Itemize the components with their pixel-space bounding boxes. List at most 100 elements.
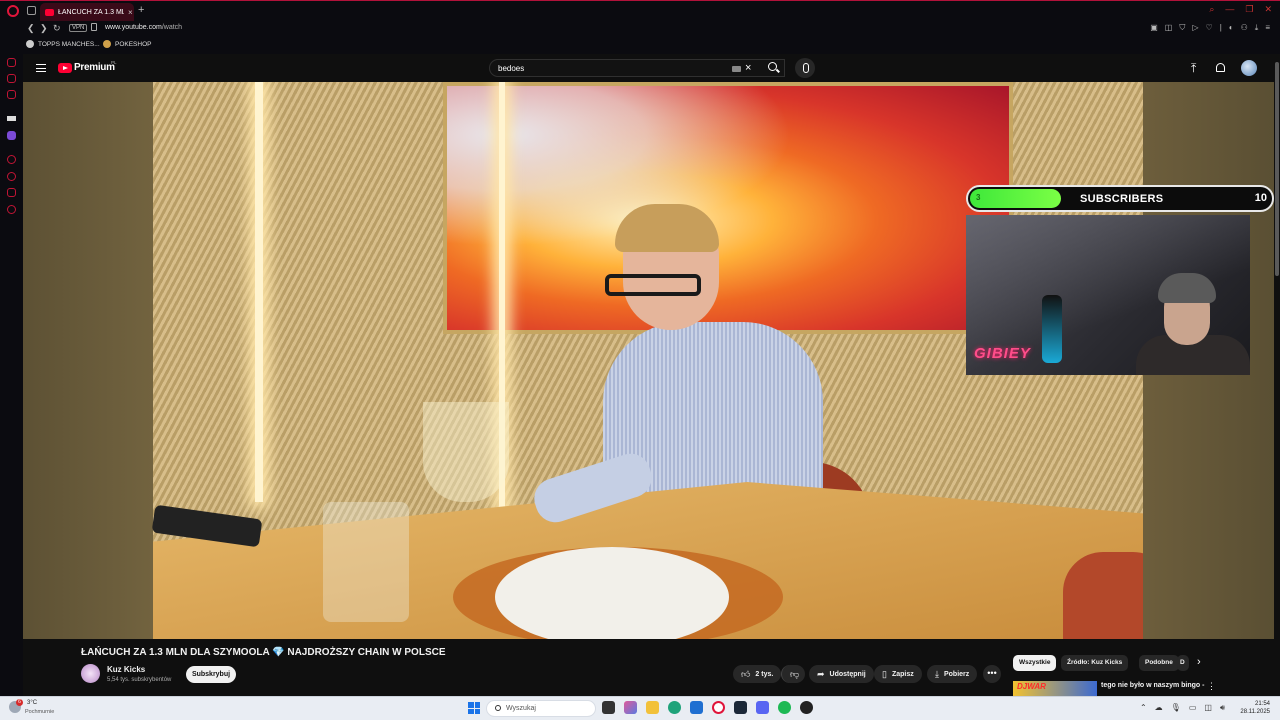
heart-icon[interactable]: ♡ (1206, 23, 1213, 33)
taskbar-search[interactable]: Wyszukaj (486, 700, 596, 717)
search-tabs-icon[interactable]: ⌕ (1209, 4, 1214, 15)
like-count: 2 tys. (755, 670, 774, 678)
display-icon[interactable]: ▭ (1189, 703, 1197, 713)
scrollbar-thumb[interactable] (1275, 62, 1279, 276)
steam-icon[interactable] (734, 701, 747, 714)
bookmark-item[interactable]: POKESHOP (103, 40, 151, 48)
keyboard-icon[interactable] (732, 66, 741, 72)
new-tab-button[interactable]: + (138, 4, 144, 16)
download-icon[interactable]: ⤓ (1255, 23, 1259, 33)
recommendation-thumbnail[interactable]: DJWAR (1013, 681, 1097, 696)
obs-icon[interactable] (800, 701, 813, 714)
wall-painting (443, 82, 1013, 334)
voice-search-icon[interactable] (795, 58, 815, 78)
subscribe-button[interactable]: Subskrybuj (186, 666, 236, 683)
spotify-icon[interactable] (778, 701, 791, 714)
notifications-icon[interactable] (1216, 63, 1225, 72)
youtube-logo-icon[interactable] (58, 63, 72, 73)
page-scrollbar[interactable] (1274, 54, 1280, 696)
youtube-header: Premium PL bedoes × ⤒ (23, 54, 1280, 82)
history-icon[interactable] (7, 155, 16, 164)
aria-icon[interactable] (7, 116, 16, 121)
chip-more[interactable]: D (1177, 655, 1189, 671)
opera-logo-icon[interactable] (7, 5, 19, 17)
recommendation-menu-button[interactable]: ⋮ (1207, 681, 1216, 692)
youtube-logo-text[interactable]: Premium (74, 62, 115, 73)
minimize-icon[interactable]: — (1225, 4, 1234, 15)
clock[interactable]: 21:54 28.11.2025 (1240, 700, 1270, 716)
clear-search-button[interactable]: × (745, 62, 751, 74)
url-field[interactable]: www.youtube.com/watch (105, 24, 182, 31)
maximize-icon[interactable]: ❐ (1245, 4, 1253, 15)
tab-overview-icon[interactable] (27, 6, 36, 15)
workspace-icon[interactable] (7, 58, 16, 67)
channel-avatar[interactable] (81, 664, 100, 683)
snapshot-icon[interactable]: ◫ (1165, 23, 1173, 33)
neon-sign: GIBIEY (974, 345, 1031, 362)
reload-icon[interactable]: ↻ (53, 23, 61, 34)
copilot-icon[interactable] (624, 701, 637, 714)
weather-temperature[interactable]: 3°C (27, 700, 37, 706)
chevron-right-icon[interactable]: › (1197, 656, 1201, 668)
chip-source[interactable]: Źródło: Kuz Kicks (1061, 655, 1129, 671)
instagram-icon[interactable] (7, 90, 16, 99)
account-avatar[interactable] (1241, 60, 1257, 76)
wine-glass (423, 402, 509, 502)
pokeball-icon (103, 40, 111, 48)
flow-icon[interactable]: ⚇ (1241, 23, 1248, 33)
share-button[interactable]: ➦ Udostępnij (809, 665, 874, 683)
tray-chevron-icon[interactable]: ⌃ (1140, 703, 1147, 713)
download-button[interactable]: ⤓ Pobierz (927, 665, 978, 683)
create-icon[interactable]: ⤒ (1191, 61, 1196, 76)
more-sidebar-icon[interactable] (7, 668, 16, 677)
mic-icon[interactable]: 🎙︎ (1171, 703, 1181, 713)
channel-name[interactable]: Kuz Kicks (107, 665, 145, 674)
twitch-icon[interactable] (7, 131, 16, 140)
shield-icon[interactable]: ⛉ (1179, 23, 1185, 33)
dislike-button[interactable]: 👎︎ (781, 665, 805, 683)
volume-icon[interactable]: 🔊︎ (1220, 703, 1225, 713)
settings-icon[interactable] (7, 205, 16, 214)
subscriber-progress-bar (970, 189, 1062, 208)
ai-icon[interactable]: ◐ (1229, 23, 1234, 33)
forward-icon[interactable]: ❯ (40, 23, 48, 34)
file-explorer-icon[interactable] (646, 701, 659, 714)
bookmark-item[interactable]: TOPPS MANCHES... (26, 40, 100, 48)
clock-icon[interactable] (7, 172, 16, 181)
chip-related[interactable]: Podobne (1139, 655, 1179, 671)
more-actions-button[interactable]: ••• (983, 665, 1001, 683)
bookmarks-icon[interactable] (7, 188, 16, 197)
save-button[interactable]: ▯ Zapisz (874, 665, 922, 683)
thumbs-up-icon: 👍︎ (741, 668, 751, 679)
channel-subscriber-count: 5,54 tys. subskrybentów (107, 677, 172, 683)
clock-time: 21:54 (1254, 701, 1270, 707)
start-icon[interactable] (468, 702, 480, 714)
browser-tab-active[interactable]: ŁAŃCUCH ZA 1.3 MLN × (40, 3, 134, 21)
cloud-icon[interactable]: ☁ (1155, 703, 1163, 713)
tab-close-button[interactable]: × (128, 8, 133, 17)
camera-icon[interactable]: ▣ (1150, 23, 1158, 33)
discord-icon[interactable] (756, 701, 769, 714)
network-icon[interactable]: ◫ (1204, 703, 1212, 713)
search-input[interactable]: bedoes (498, 64, 524, 73)
edge-icon[interactable] (668, 701, 681, 714)
store-icon[interactable] (690, 701, 703, 714)
close-window-icon[interactable]: ✕ (1264, 4, 1272, 15)
messenger-icon[interactable] (7, 74, 16, 83)
task-view-icon[interactable] (602, 701, 615, 714)
recommendation-title[interactable]: tego nie było w naszym bingo - (1101, 682, 1204, 689)
guide-menu-icon[interactable] (36, 64, 46, 72)
vpn-badge[interactable]: VPN (69, 24, 88, 32)
back-icon[interactable]: ❮ (27, 23, 35, 34)
play-icon[interactable]: ▷ (1192, 23, 1198, 33)
search-icon[interactable] (768, 62, 777, 71)
tab-title: ŁAŃCUCH ZA 1.3 MLN (58, 8, 124, 16)
opera-taskbar-icon[interactable] (712, 701, 725, 714)
like-button[interactable]: 👍︎ 2 tys. (733, 665, 781, 683)
region-code: PL (111, 60, 117, 65)
lock-icon[interactable] (91, 23, 97, 31)
weather-condition[interactable]: Pochmurnie (25, 709, 54, 715)
menu-icon[interactable]: ≡ (1265, 23, 1270, 33)
chip-all[interactable]: Wszystkie (1013, 655, 1057, 671)
search-box[interactable]: bedoes × (489, 59, 785, 77)
